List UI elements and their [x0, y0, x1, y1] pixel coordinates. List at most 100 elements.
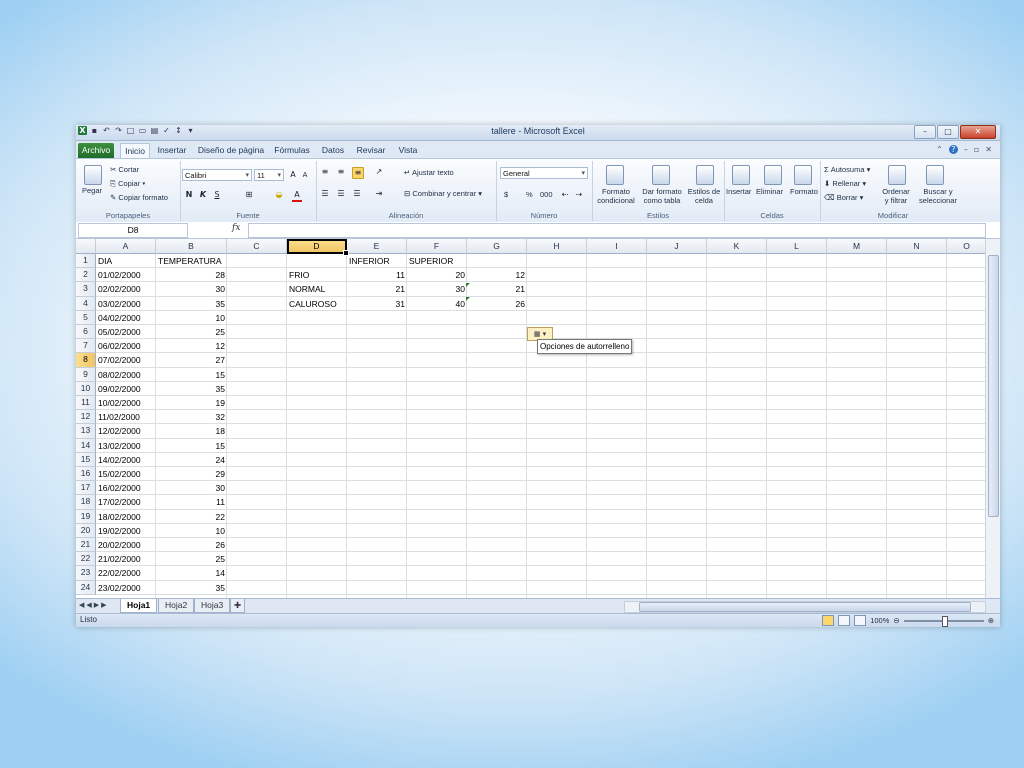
row-header-9[interactable]: 9 [76, 367, 96, 382]
conditional-format-icon[interactable] [606, 165, 624, 185]
cell-a15[interactable]: 14/02/2000 [96, 453, 156, 467]
row-header-3[interactable]: 3 [76, 282, 96, 297]
grow-font-icon[interactable]: A [288, 170, 298, 180]
row-header-7[interactable]: 7 [76, 339, 96, 354]
zoom-in-icon[interactable]: ⊕ [988, 616, 994, 625]
row-header-1[interactable]: 1 [76, 254, 96, 269]
cell-a8[interactable]: 07/02/2000 [96, 353, 156, 367]
row-header-11[interactable]: 11 [76, 396, 96, 411]
shrink-font-icon[interactable]: A [300, 170, 310, 180]
minimize-ribbon-icon[interactable]: ⌃ [936, 145, 943, 154]
minimize-button[interactable]: – [914, 125, 936, 139]
cell-b22[interactable]: 25 [156, 552, 227, 566]
cell-a6[interactable]: 05/02/2000 [96, 325, 156, 339]
cell-a22[interactable]: 21/02/2000 [96, 552, 156, 566]
row-header-6[interactable]: 6 [76, 325, 96, 340]
worksheet-grid[interactable]: A B C D E F G H I J K L M N O 1 DIA TEMPERATURA INFERIOR SU… [76, 239, 1000, 598]
row-header-12[interactable]: 12 [76, 410, 96, 425]
sort-filter-button[interactable]: Ordenar y filtrar [878, 187, 914, 205]
cell-b6[interactable]: 25 [156, 325, 227, 339]
cell-b17[interactable]: 30 [156, 481, 227, 495]
tab-revisar[interactable]: Revisar [354, 143, 388, 158]
format-as-table-icon[interactable] [652, 165, 670, 185]
cell-a7[interactable]: 06/02/2000 [96, 339, 156, 353]
row-header-23[interactable]: 23 [76, 566, 96, 581]
paste-icon[interactable] [84, 165, 102, 185]
doc-close-icon[interactable]: ✕ [985, 145, 992, 154]
increase-decimal-icon[interactable]: ⇠ [560, 190, 570, 200]
cell-a9[interactable]: 08/02/2000 [96, 368, 156, 382]
cell-e4[interactable]: 31 [347, 297, 407, 311]
tab-archivo[interactable]: Archivo [78, 143, 114, 158]
cell-b1[interactable]: TEMPERATURA [156, 254, 237, 268]
sheet-nav-arrows-icon[interactable]: ◀◀▶▶ [79, 601, 109, 609]
underline-button[interactable]: S [212, 190, 222, 200]
sort-filter-icon[interactable] [888, 165, 906, 185]
borders-icon[interactable]: ⊞ [244, 190, 254, 200]
format-painter-button[interactable]: ✎ Copiar formato [110, 193, 168, 202]
cell-d4[interactable]: CALUROSO [287, 297, 347, 311]
align-bottom-icon[interactable]: ≡ [352, 167, 364, 179]
cell-a20[interactable]: 19/02/2000 [96, 524, 156, 538]
name-box[interactable]: D8 [78, 223, 188, 238]
vertical-scrollbar[interactable] [985, 239, 1000, 598]
cell-b18[interactable]: 11 [156, 495, 227, 509]
paste-button[interactable]: Pegar [82, 186, 102, 195]
delete-cells-button[interactable]: Eliminar [756, 187, 783, 196]
cell-f2[interactable]: 20 [407, 268, 467, 282]
copy-button[interactable]: ⎘ Copiar ▾ [110, 179, 145, 189]
active-cell-d8[interactable] [287, 239, 349, 256]
indent-icon[interactable]: ⇥ [374, 189, 384, 199]
row-header-13[interactable]: 13 [76, 424, 96, 439]
maximize-button[interactable]: □ [937, 125, 959, 139]
row-header-16[interactable]: 16 [76, 467, 96, 482]
decrease-decimal-icon[interactable]: ⇢ [574, 190, 584, 200]
tab-datos[interactable]: Datos [318, 143, 348, 158]
row-header-18[interactable]: 18 [76, 495, 96, 510]
row-header-14[interactable]: 14 [76, 438, 96, 453]
column-header-f[interactable]: F [407, 239, 467, 254]
zoom-slider[interactable] [903, 615, 984, 627]
row-header-4[interactable]: 4 [76, 296, 96, 311]
new-sheet-icon[interactable]: ✚ [230, 599, 246, 613]
row-header-19[interactable]: 19 [76, 509, 96, 524]
normal-view-icon[interactable] [822, 615, 835, 626]
row-header-2[interactable]: 2 [76, 268, 96, 283]
cell-b8[interactable]: 27 [156, 353, 227, 367]
cell-d2[interactable]: FRIO [287, 268, 347, 282]
doc-restore-icon[interactable]: ▫ [974, 145, 979, 154]
cell-b13[interactable]: 18 [156, 424, 227, 438]
vertical-scroll-thumb[interactable] [988, 255, 999, 517]
cell-b15[interactable]: 24 [156, 453, 227, 467]
cell-a4[interactable]: 03/02/2000 [96, 297, 156, 311]
cell-b16[interactable]: 29 [156, 467, 227, 481]
tab-diseno-pagina[interactable]: Diseño de página [196, 143, 266, 158]
font-size-select[interactable]: 11 [254, 169, 284, 182]
horizontal-scrollbar[interactable] [624, 601, 986, 613]
row-header-5[interactable]: 5 [76, 310, 96, 325]
cell-a19[interactable]: 18/02/2000 [96, 510, 156, 524]
cell-a24[interactable]: 23/02/2000 [96, 581, 156, 595]
cell-styles-button[interactable]: Estilos de celda [686, 187, 722, 205]
delete-cells-icon[interactable] [764, 165, 782, 185]
cell-f4[interactable]: 40 [407, 297, 467, 311]
select-all-corner[interactable] [76, 239, 96, 254]
cell-a16[interactable]: 15/02/2000 [96, 467, 156, 481]
row-header-10[interactable]: 10 [76, 381, 96, 396]
column-header-a[interactable]: A [96, 239, 156, 254]
fill-color-icon[interactable]: ◒ [274, 190, 284, 200]
column-header-e[interactable]: E [347, 239, 407, 254]
cell-b5[interactable]: 10 [156, 311, 227, 325]
row-header-20[interactable]: 20 [76, 523, 96, 538]
wrap-text-button[interactable]: ↵ Ajustar texto [404, 168, 454, 177]
cell-f1[interactable]: SUPERIOR [407, 254, 467, 268]
cell-a12[interactable]: 11/02/2000 [96, 410, 156, 424]
cell-e3[interactable]: 21 [347, 282, 407, 296]
column-header-k[interactable]: K [707, 239, 767, 254]
tab-formulas[interactable]: Fórmulas [272, 143, 312, 158]
cell-d3[interactable]: NORMAL [287, 282, 347, 296]
cell-e2[interactable]: 11 [347, 268, 407, 282]
cell-b2[interactable]: 28 [156, 268, 227, 282]
cell-b24[interactable]: 35 [156, 581, 227, 595]
format-cells-icon[interactable] [794, 165, 812, 185]
